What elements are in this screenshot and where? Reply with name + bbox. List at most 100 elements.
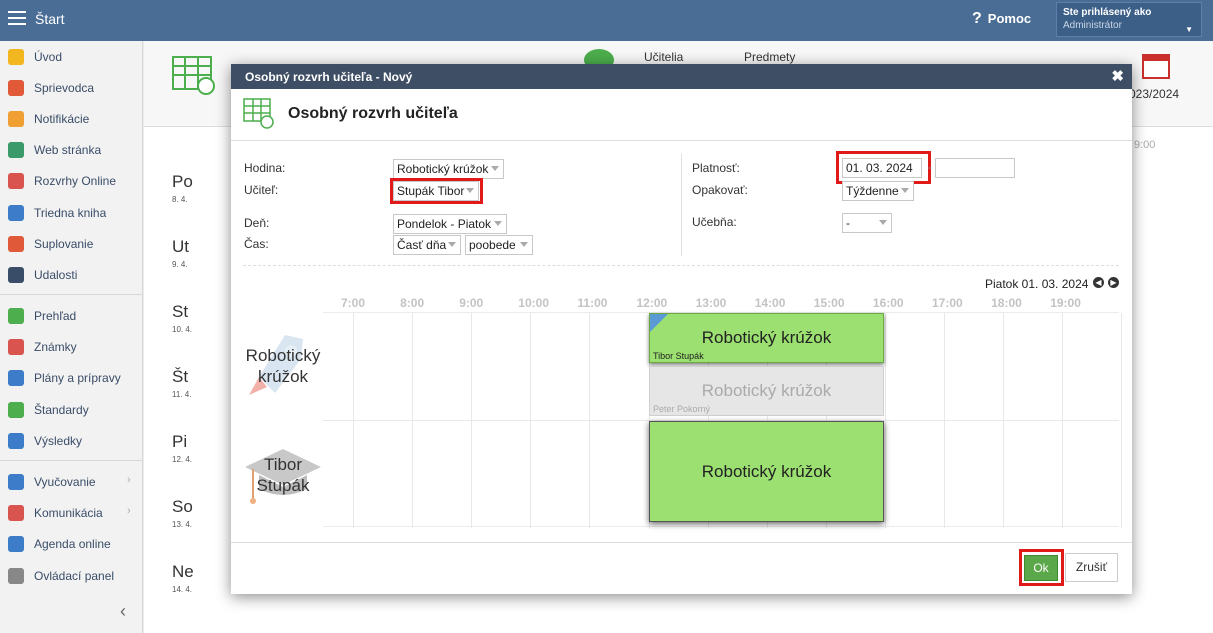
schedule-card-active[interactable]: Robotický krúžok Tibor Stupák <box>649 313 884 363</box>
dialog-title: Osobný rozvrh učiteľa - Nový <box>245 70 413 84</box>
hour-label: 18:00 <box>991 296 1022 310</box>
day-date: 8. 4. <box>172 195 188 204</box>
timetable-icon <box>243 98 274 129</box>
sidebar-item-8[interactable]: Prehľad <box>0 304 143 328</box>
arrow-right-icon[interactable]: ▶ <box>1108 277 1119 288</box>
sidebar-item-5[interactable]: Triedna kniha <box>0 201 143 225</box>
sidebar-item-1[interactable]: Sprievodca <box>0 76 143 100</box>
grade-icon <box>8 339 24 355</box>
close-icon[interactable]: ✖ <box>1111 67 1124 85</box>
help-label: Pomoc <box>987 11 1032 26</box>
hour-label: 19:00 <box>1050 296 1081 310</box>
sidebar-item-14[interactable]: Komunikácia › <box>0 501 143 525</box>
gear-icon <box>8 568 24 584</box>
calendar-icon[interactable] <box>1142 51 1170 79</box>
star-icon <box>8 49 24 65</box>
open-book-icon <box>8 474 24 490</box>
repeat-select[interactable]: Týždenne <box>842 181 914 201</box>
chevron-down-icon: ▼ <box>1185 25 1193 34</box>
day-date: 13. 4. <box>172 520 193 529</box>
help-button[interactable]: ? Pomoc <box>972 10 1031 28</box>
cancel-button[interactable]: Zrušiť <box>1065 553 1118 582</box>
sidebar-item-12[interactable]: Výsledky <box>0 429 143 453</box>
chevron-down-icon <box>494 221 502 226</box>
day-name: St <box>172 302 189 321</box>
sidebar-item-13[interactable]: Vyučovanie › <box>0 470 143 494</box>
sidebar-item-label: Známky <box>34 340 77 354</box>
chevron-down-icon <box>491 166 499 171</box>
timeline-date: Piatok 01. 03. 2024 <box>985 277 1089 291</box>
sidebar-item-3[interactable]: Web stránka <box>0 138 143 162</box>
schedule-card-inactive[interactable]: Robotický krúžok Peter Pokorný <box>649 366 884 416</box>
day-label: Ne 14. 4. <box>172 562 194 594</box>
person-icon <box>8 236 24 252</box>
sidebar-item-label: Rozvrhy Online <box>34 174 117 188</box>
sidebar-item-11[interactable]: Štandardy <box>0 398 143 422</box>
subjects-filter[interactable]: Predmety <box>744 50 795 64</box>
chevron-down-icon <box>901 188 909 193</box>
sidebar-item-4[interactable]: Rozvrhy Online <box>0 169 143 193</box>
barchart-icon <box>8 433 24 449</box>
day-value: Pondelok - Piatok <box>397 217 492 231</box>
user-name: Administrátor <box>1063 20 1122 31</box>
background-time-label: 9:00 <box>1134 139 1156 151</box>
day-name: Ne <box>172 562 194 581</box>
collapse-sidebar-icon[interactable]: ‹ <box>120 601 126 622</box>
sidebar-item-label: Úvod <box>34 50 63 64</box>
sidebar-item-16[interactable]: Ovládací panel <box>0 564 143 588</box>
sidebar-item-9[interactable]: Známky <box>0 335 143 359</box>
sidebar-item-15[interactable]: Agenda online <box>0 532 143 556</box>
house-icon <box>8 142 24 158</box>
user-menu[interactable]: Ste prihlásený ako Administrátor ▼ <box>1056 2 1202 37</box>
day-name: Po <box>172 172 193 191</box>
hour-label: 11:00 <box>577 296 608 310</box>
validity-to-input[interactable] <box>935 158 1015 178</box>
grid-line <box>1121 313 1123 528</box>
sidebar-item-6[interactable]: Suplovanie <box>0 232 143 256</box>
sidebar-item-label: Štandardy <box>34 403 89 417</box>
start-link[interactable]: Štart <box>35 11 65 27</box>
sidebar-item-0[interactable]: Úvod <box>0 45 143 69</box>
schedule-card-teacher[interactable]: Robotický krúžok <box>649 421 884 522</box>
time-part-select[interactable]: poobede <box>465 235 533 255</box>
day-label: So 13. 4. <box>172 497 193 529</box>
check-icon <box>8 308 24 324</box>
sidebar-item-label: Suplovanie <box>34 237 94 251</box>
section-divider <box>243 265 1119 266</box>
hour-value: Robotický krúžok <box>397 162 489 176</box>
card-teacher: Tibor Stupák <box>653 351 704 361</box>
sidebar-item-label: Výsledky <box>34 434 83 448</box>
teachers-filter[interactable]: Učitelia <box>644 50 683 64</box>
day-name: Ut <box>172 237 189 256</box>
sidebar-item-2[interactable]: Notifikácie <box>0 107 143 131</box>
dialog-header: Osobný rozvrh učiteľa <box>231 89 1132 141</box>
sidebar-item-10[interactable]: Plány a prípravy <box>0 366 143 390</box>
day-name: Pi <box>172 432 188 451</box>
card-subject: Robotický krúžok <box>701 328 832 347</box>
chevron-right-icon: › <box>127 505 131 517</box>
row-label-subject: Robotický krúžok <box>245 346 321 386</box>
day-label: Po 8. 4. <box>172 172 193 204</box>
arrow-left-icon[interactable]: ◀ <box>1093 277 1104 288</box>
shield-icon <box>8 402 24 418</box>
hour-label: 15:00 <box>813 296 845 310</box>
validity-label: Platnosť: <box>692 161 740 175</box>
time-mode-select[interactable]: Časť dňa <box>393 235 461 255</box>
day-date: 14. 4. <box>172 585 193 594</box>
sidebar-item-7[interactable]: Udalosti <box>0 263 143 287</box>
hour-select[interactable]: Robotický krúžok <box>393 159 504 179</box>
sidebar-item-label: Udalosti <box>34 268 78 282</box>
repeat-label: Opakovať: <box>692 183 748 197</box>
highlight-ok <box>1019 549 1064 586</box>
hour-label: 9:00 <box>459 296 484 310</box>
teacher-label: Učiteľ: <box>244 183 279 197</box>
sidebar-item-label: Plány a prípravy <box>34 371 121 385</box>
repeat-value: Týždenne <box>846 184 899 198</box>
footer-divider <box>231 542 1132 543</box>
room-select[interactable]: - <box>842 213 892 233</box>
grid-icon <box>8 173 24 189</box>
hour-label: Hodina: <box>244 161 286 175</box>
hamburger-menu-icon[interactable] <box>8 11 26 25</box>
sidebar-item-label: Web stránka <box>34 143 102 157</box>
day-select[interactable]: Pondelok - Piatok <box>393 214 507 234</box>
